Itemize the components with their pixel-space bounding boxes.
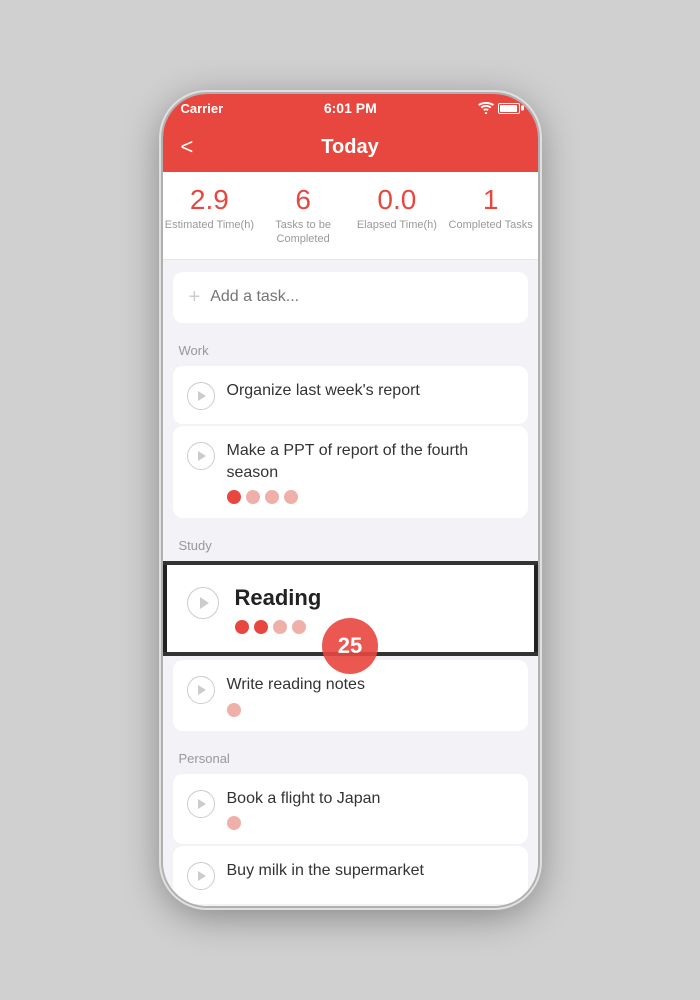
section-label-study: Study: [163, 538, 538, 561]
dot: [227, 816, 241, 830]
task-card-milk: Buy milk in the supermarket: [173, 846, 528, 904]
task-content-ppt: Make a PPT of report of the fourth seaso…: [227, 440, 514, 505]
task-card-organize: Organize last week's report: [173, 366, 528, 424]
task-title-ppt: Make a PPT of report of the fourth seaso…: [227, 440, 514, 485]
time-label: 6:01 PM: [324, 100, 377, 116]
task-title-milk: Buy milk in the supermarket: [227, 860, 514, 882]
add-task-plus-icon: +: [189, 286, 201, 309]
section-personal: Personal Book a flight to Japan Buy milk…: [163, 751, 538, 904]
battery-fill: [500, 105, 517, 112]
task-card-ppt: Make a PPT of report of the fourth seaso…: [173, 426, 528, 519]
task-content-reading: Reading: [235, 583, 514, 634]
dot: [273, 620, 287, 634]
stat-tasks-to-complete: 6 Tasks to be Completed: [256, 186, 350, 247]
wifi-icon: [478, 102, 494, 114]
stat-value-completed-tasks: 1: [444, 186, 538, 214]
add-task-container: +: [173, 272, 528, 323]
content-area: + Work Organize last week's report Make …: [163, 260, 538, 906]
task-dots-ppt: [227, 490, 514, 504]
dot: [254, 620, 268, 634]
stat-label-completed-tasks: Completed Tasks: [444, 218, 538, 232]
battery-area: [478, 102, 520, 114]
stat-label-elapsed-time: Elapsed Time(h): [350, 218, 444, 232]
dot: [235, 620, 249, 634]
task-title-notes: Write reading notes: [227, 674, 514, 696]
section-label-personal: Personal: [163, 751, 538, 774]
play-button-notes[interactable]: [187, 676, 215, 704]
play-button-reading[interactable]: [187, 587, 219, 619]
section-label-work: Work: [163, 343, 538, 366]
stats-bar: 2.9 Estimated Time(h) 6 Tasks to be Comp…: [163, 172, 538, 260]
stat-estimated-time: 2.9 Estimated Time(h): [163, 186, 257, 247]
stat-label-tasks-to-complete: Tasks to be Completed: [256, 218, 350, 247]
task-title-organize: Organize last week's report: [227, 380, 514, 402]
header-title: Today: [321, 136, 378, 159]
stat-value-tasks-to-complete: 6: [256, 186, 350, 214]
carrier-label: Carrier: [181, 101, 224, 116]
play-button-organize[interactable]: [187, 382, 215, 410]
status-bar: Carrier 6:01 PM: [163, 94, 538, 122]
stat-elapsed-time: 0.0 Elapsed Time(h): [350, 186, 444, 247]
task-content-notes: Write reading notes: [227, 674, 514, 716]
stat-completed-tasks: 1 Completed Tasks: [444, 186, 538, 247]
dot: [227, 490, 241, 504]
add-task-input[interactable]: [210, 288, 511, 306]
task-card-reading: Reading 25: [163, 565, 538, 652]
back-button[interactable]: <: [181, 134, 194, 160]
battery-icon: [498, 103, 520, 114]
dot: [292, 620, 306, 634]
stat-value-estimated-time: 2.9: [163, 186, 257, 214]
section-study: Study Reading 25: [163, 538, 538, 730]
dot: [227, 703, 241, 717]
task-title-flight: Book a flight to Japan: [227, 788, 514, 810]
dot: [246, 490, 260, 504]
stat-label-estimated-time: Estimated Time(h): [163, 218, 257, 232]
task-title-reading: Reading: [235, 583, 514, 614]
section-work: Work Organize last week's report Make a …: [163, 343, 538, 519]
header: < Today: [163, 122, 538, 172]
task-content-flight: Book a flight to Japan: [227, 788, 514, 830]
play-button-ppt[interactable]: [187, 442, 215, 470]
floating-badge: 25: [322, 618, 378, 674]
dot: [284, 490, 298, 504]
task-card-flight: Book a flight to Japan: [173, 774, 528, 844]
task-content-milk: Buy milk in the supermarket: [227, 860, 514, 882]
task-dots-flight: [227, 816, 514, 830]
task-content-organize: Organize last week's report: [227, 380, 514, 402]
play-button-milk[interactable]: [187, 862, 215, 890]
play-button-flight[interactable]: [187, 790, 215, 818]
stat-value-elapsed-time: 0.0: [350, 186, 444, 214]
phone-frame: Carrier 6:01 PM < Today 2.9 Estimated Ti…: [163, 94, 538, 906]
dot: [265, 490, 279, 504]
task-dots-notes: [227, 703, 514, 717]
